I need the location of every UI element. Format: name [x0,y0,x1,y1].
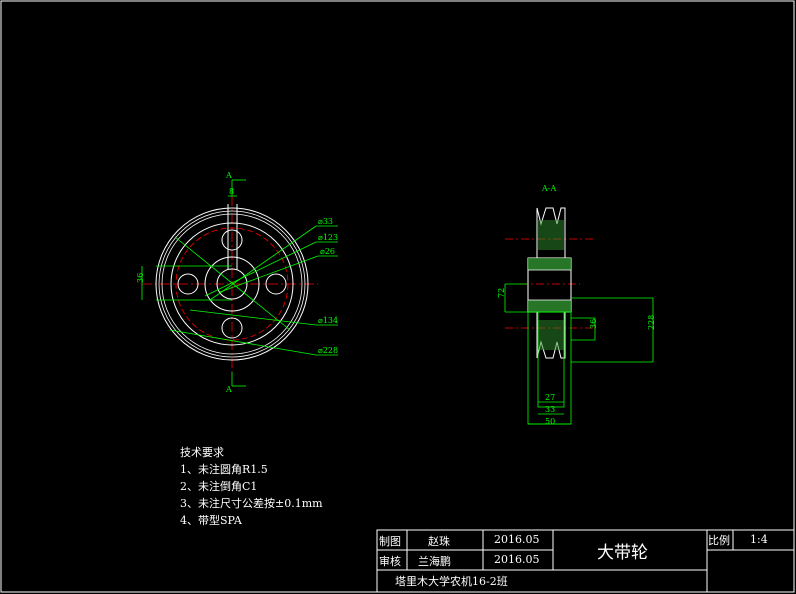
dim-d26: ⌀26 [320,247,335,256]
drawn-by: 赵珠 [428,535,450,548]
dim-50: 50 [545,417,555,426]
tech-item: 4、带型SPA [180,514,242,527]
drawn-label: 制图 [379,535,401,548]
dim-keyway: 8 [229,187,234,196]
dim-d33: ⌀33 [318,217,333,226]
drawn-date: 2016.05 [494,533,540,546]
checked-label: 审核 [379,555,401,568]
scale-label: 比例 [708,534,730,547]
section-view: A-A 72 36 228 27 33 50 [497,184,656,426]
tech-item: 2、未注倒角C1 [180,480,258,493]
tech-requirements: 技术要求 1、未注圆角R1.5 2、未注倒角C1 3、未注尺寸公差按±0.1mm… [180,444,323,529]
dim-d228: ⌀228 [318,346,338,355]
dim-33: 33 [545,405,555,414]
cad-drawing-canvas: ⌀33 ⌀123 ⌀26 ⌀134 ⌀228 8 36 A A A-A 72 3… [0,0,795,593]
school-class: 塔里木大学农机16-2班 [395,575,508,588]
section-label-top: A [225,171,232,180]
dim-d123: ⌀123 [318,233,338,242]
dim-36-section: 36 [589,319,598,329]
dim-36-left: 36 [136,273,145,283]
front-view: ⌀33 ⌀123 ⌀26 ⌀134 ⌀228 8 36 A A [136,171,338,394]
tech-item: 1、未注圆角R1.5 [180,463,268,476]
dim-27: 27 [545,393,555,402]
scale-value: 1:4 [750,533,768,546]
dim-72: 72 [497,288,506,298]
dim-228-section: 228 [647,315,656,330]
tech-requirements-title: 技术要求 [180,446,224,459]
checked-by: 兰海鹏 [418,555,451,568]
dim-d134: ⌀134 [318,316,338,325]
tech-item: 3、未注尺寸公差按±0.1mm [180,497,323,510]
drawing-border [0,0,795,593]
section-title: A-A [541,184,556,193]
part-name: 大带轮 [597,543,648,563]
checked-date: 2016.05 [494,553,540,566]
section-label-bottom: A [225,385,232,394]
